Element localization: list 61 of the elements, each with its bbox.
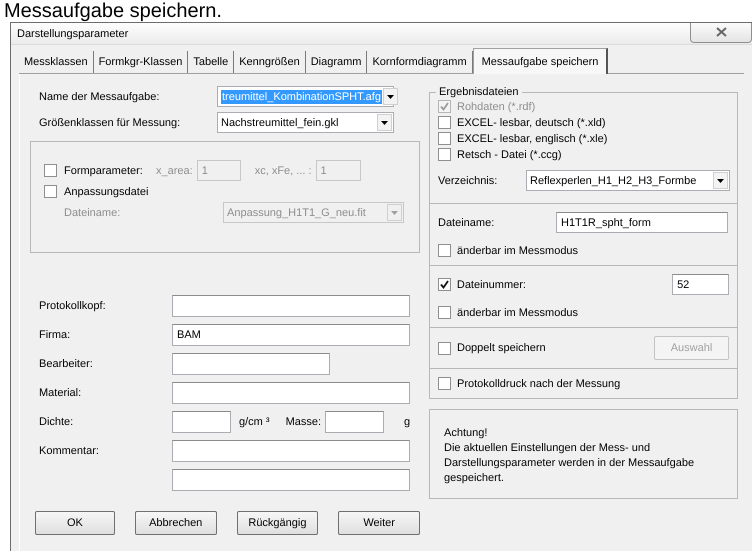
- unit-label: g/cm ³: [239, 416, 270, 428]
- input-field[interactable]: [172, 440, 410, 462]
- checkbox-label: Formparameter:: [64, 164, 143, 176]
- checkbox-label: Anpassungsdatei: [64, 186, 148, 198]
- checkbox[interactable]: [44, 164, 57, 177]
- checkbox-label: EXCEL- lesbar, deutsch (*.xld): [457, 116, 606, 128]
- checkbox[interactable]: [438, 342, 451, 354]
- push-button[interactable]: OK: [35, 511, 115, 535]
- input-field[interactable]: BAM: [172, 324, 410, 346]
- field-label: xc, xFe, ... :: [254, 164, 312, 176]
- checkbox[interactable]: [438, 306, 451, 319]
- close-icon: [716, 27, 726, 37]
- checkbox-label: Rohdaten (*.rdf): [457, 100, 536, 112]
- field-label: Größenklassen für Messung:: [39, 116, 182, 128]
- checkbox-label: änderbar im Messmodus: [457, 244, 578, 256]
- field-label: Firma:: [39, 329, 72, 341]
- input-field[interactable]: [172, 295, 410, 317]
- field-label: Dateiname:: [64, 206, 120, 218]
- field-label: Bearbeiter:: [39, 358, 94, 370]
- checkbox-label: änderbar im Messmodus: [457, 306, 578, 318]
- field-label: Protokollkopf:: [39, 300, 107, 312]
- field-label: Masse:: [286, 416, 322, 428]
- field-label: Dateiname:: [438, 216, 494, 228]
- input-field[interactable]: [172, 411, 231, 433]
- input-field[interactable]: H1T1R_spht_form: [556, 212, 728, 233]
- field-label: Name der Messaufgabe:: [39, 90, 160, 102]
- tab[interactable]: Messaufgabe speichern: [472, 48, 608, 74]
- field-label: Dichte:: [39, 416, 74, 428]
- window-title: Darstellungsparameter: [17, 28, 128, 40]
- push-button[interactable]: Rückgängig: [236, 511, 318, 535]
- checkbox[interactable]: [438, 278, 451, 291]
- unit-label: g: [404, 416, 410, 428]
- notice-title: Achtung!: [444, 426, 488, 441]
- input-field[interactable]: [172, 353, 330, 375]
- field-label: Kommentar:: [39, 445, 100, 457]
- checkbox-label: Dateinummer:: [456, 278, 526, 290]
- push-button[interactable]: Weiter: [338, 511, 420, 535]
- field-label: Verzeichnis:: [438, 174, 498, 186]
- checkbox[interactable]: [438, 377, 451, 390]
- notice-text: Die aktuellen Einstellungen der Mess- und Darstellungsparameter werden in der Messaufgabe gespeichert.: [444, 441, 696, 486]
- checkbox[interactable]: [438, 148, 451, 161]
- close-button[interactable]: [690, 22, 752, 42]
- checkbox[interactable]: [44, 185, 57, 198]
- input-field[interactable]: [172, 469, 410, 491]
- checkbox-label: EXCEL- lesbar, englisch (*.xle): [457, 132, 608, 144]
- checkbox[interactable]: [438, 244, 451, 257]
- checkbox-label: Retsch - Datei (*.ccg): [457, 148, 562, 160]
- dropdown[interactable]: Reflexperlen_H1_H2_H3_Formbe: [526, 170, 730, 191]
- field-label: Material:: [39, 387, 82, 399]
- input-field[interactable]: [172, 382, 410, 404]
- checkbox[interactable]: [438, 116, 451, 129]
- push-button[interactable]: Abbrechen: [134, 511, 217, 535]
- checkbox-label: Doppelt speichern: [457, 342, 546, 354]
- page-heading: Messaufgabe speichern.: [4, 0, 223, 22]
- input-field[interactable]: [325, 411, 384, 433]
- dropdown[interactable]: Nachstreumittel_fein.gkl: [217, 112, 394, 133]
- input-field[interactable]: 52: [672, 274, 730, 295]
- checkbox-label: Protokolldruck nach der Messung: [457, 378, 620, 390]
- group-title: Ergebnisdateien: [439, 86, 519, 98]
- checkbox[interactable]: [438, 132, 451, 145]
- field-label: x_area:: [156, 164, 193, 176]
